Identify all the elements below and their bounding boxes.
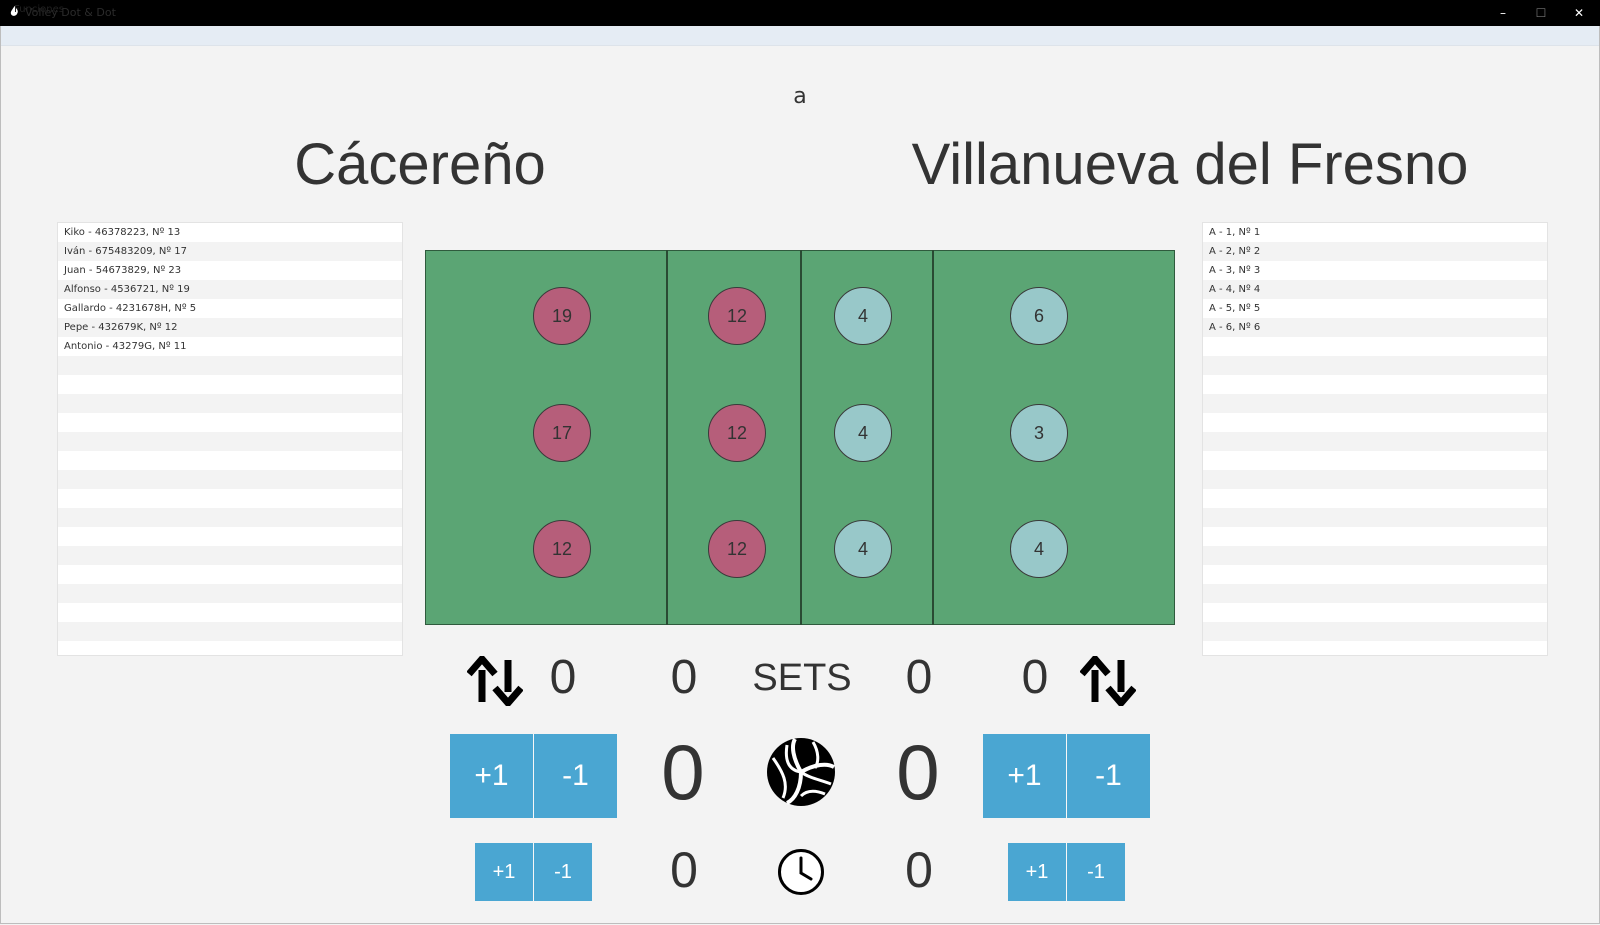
away-court-player[interactable]: 4	[834, 287, 892, 345]
away-score: 0	[896, 728, 940, 816]
list-item[interactable]	[58, 508, 402, 527]
away-timeout-minus-button[interactable]: -1	[1067, 843, 1125, 901]
list-item[interactable]: A - 5, Nº 5	[1203, 299, 1547, 318]
match-subtitle: a	[793, 84, 807, 109]
home-score-minus-button[interactable]: -1	[534, 734, 617, 818]
home-score-plus-button[interactable]: +1	[450, 734, 533, 818]
list-item[interactable]	[58, 451, 402, 470]
home-team-name: Cácereño	[294, 132, 546, 197]
list-item[interactable]	[1203, 527, 1547, 546]
list-item[interactable]	[58, 489, 402, 508]
list-item[interactable]: Kiko - 46378223, Nº 13	[58, 223, 402, 242]
away-player-list[interactable]: A - 1, Nº 1A - 2, Nº 2A - 3, Nº 3A - 4, …	[1202, 222, 1548, 656]
home-score: 0	[661, 728, 705, 816]
list-item[interactable]	[1203, 546, 1547, 565]
list-item[interactable]: Antonio - 43279G, Nº 11	[58, 337, 402, 356]
list-item[interactable]	[1203, 489, 1547, 508]
list-item[interactable]: Alfonso - 4536721, Nº 19	[58, 280, 402, 299]
clock-icon[interactable]	[777, 848, 825, 896]
list-item[interactable]: Gallardo - 4231678H, Nº 5	[58, 299, 402, 318]
list-item[interactable]	[58, 394, 402, 413]
away-swap-arrows-icon[interactable]	[1080, 656, 1136, 706]
home-timeout-minus-button[interactable]: -1	[534, 843, 592, 901]
list-item[interactable]	[58, 584, 402, 603]
list-item[interactable]: Juan - 54673829, Nº 23	[58, 261, 402, 280]
home-court-player[interactable]: 12	[708, 520, 766, 578]
away-court-player[interactable]: 4	[834, 404, 892, 462]
away-score-plus-button[interactable]: +1	[983, 734, 1066, 818]
close-button[interactable]: ✕	[1560, 0, 1598, 26]
home-court-player[interactable]: 17	[533, 404, 591, 462]
list-item[interactable]	[1203, 603, 1547, 622]
court-net-line	[800, 250, 802, 625]
list-item[interactable]	[58, 622, 402, 641]
home-timeouts: 0	[670, 842, 698, 898]
home-court-player[interactable]: 12	[708, 404, 766, 462]
list-item[interactable]	[1203, 356, 1547, 375]
list-item[interactable]	[1203, 470, 1547, 489]
list-item[interactable]: Pepe - 432679K, Nº 12	[58, 318, 402, 337]
list-item[interactable]	[1203, 622, 1547, 641]
court-attack-line-home	[666, 250, 668, 625]
list-item[interactable]	[58, 546, 402, 565]
court-attack-line-away	[932, 250, 934, 625]
away-court-player[interactable]: 4	[834, 520, 892, 578]
list-item[interactable]	[1203, 451, 1547, 470]
list-item[interactable]: A - 3, Nº 3	[1203, 261, 1547, 280]
volleyball-icon[interactable]	[765, 736, 837, 808]
home-court-player[interactable]: 19	[533, 287, 591, 345]
away-sets-secondary: 0	[905, 651, 933, 704]
list-item[interactable]	[58, 375, 402, 394]
list-item[interactable]	[1203, 584, 1547, 603]
list-item[interactable]	[1203, 375, 1547, 394]
home-court-player[interactable]: 12	[533, 520, 591, 578]
list-item[interactable]	[1203, 432, 1547, 451]
list-item[interactable]	[1203, 508, 1547, 527]
away-court-player[interactable]: 4	[1010, 520, 1068, 578]
list-item[interactable]	[58, 432, 402, 451]
minimize-button[interactable]: –	[1484, 0, 1522, 26]
list-item[interactable]: A - 2, Nº 2	[1203, 242, 1547, 261]
list-item[interactable]: A - 6, Nº 6	[1203, 318, 1547, 337]
list-item[interactable]: A - 1, Nº 1	[1203, 223, 1547, 242]
list-item[interactable]	[58, 565, 402, 584]
home-sets-secondary: 0	[670, 651, 698, 704]
home-player-list[interactable]: Kiko - 46378223, Nº 13 Iván - 675483209, …	[57, 222, 403, 656]
home-swap-arrows-icon[interactable]	[467, 656, 523, 706]
away-team-name: Villanueva del Fresno	[911, 132, 1469, 197]
list-item[interactable]	[1203, 565, 1547, 584]
list-item[interactable]	[1203, 413, 1547, 432]
title-bar	[0, 0, 1600, 26]
home-sets-count: 0	[549, 651, 577, 704]
away-timeout-plus-button[interactable]: +1	[1008, 843, 1066, 901]
away-timeouts: 0	[905, 842, 933, 898]
home-court-player[interactable]: 12	[708, 287, 766, 345]
away-court-player[interactable]: 3	[1010, 404, 1068, 462]
list-item[interactable]	[58, 413, 402, 432]
list-item[interactable]	[58, 603, 402, 622]
list-item[interactable]	[58, 470, 402, 489]
list-item[interactable]	[58, 527, 402, 546]
home-timeout-plus-button[interactable]: +1	[475, 843, 533, 901]
list-item[interactable]: A - 4, Nº 4	[1203, 280, 1547, 299]
list-item[interactable]: Iván - 675483209, Nº 17	[58, 242, 402, 261]
list-item[interactable]	[1203, 394, 1547, 413]
list-item[interactable]	[58, 356, 402, 375]
maximize-button[interactable]: ☐	[1522, 0, 1560, 26]
away-court-player[interactable]: 6	[1010, 287, 1068, 345]
sets-label: SETS	[752, 657, 852, 699]
menu-funciones[interactable]: Funciones	[14, 3, 64, 16]
list-item[interactable]	[1203, 337, 1547, 356]
away-score-minus-button[interactable]: -1	[1067, 734, 1150, 818]
menu-bar	[0, 26, 1600, 46]
away-sets-count: 0	[1021, 651, 1049, 704]
